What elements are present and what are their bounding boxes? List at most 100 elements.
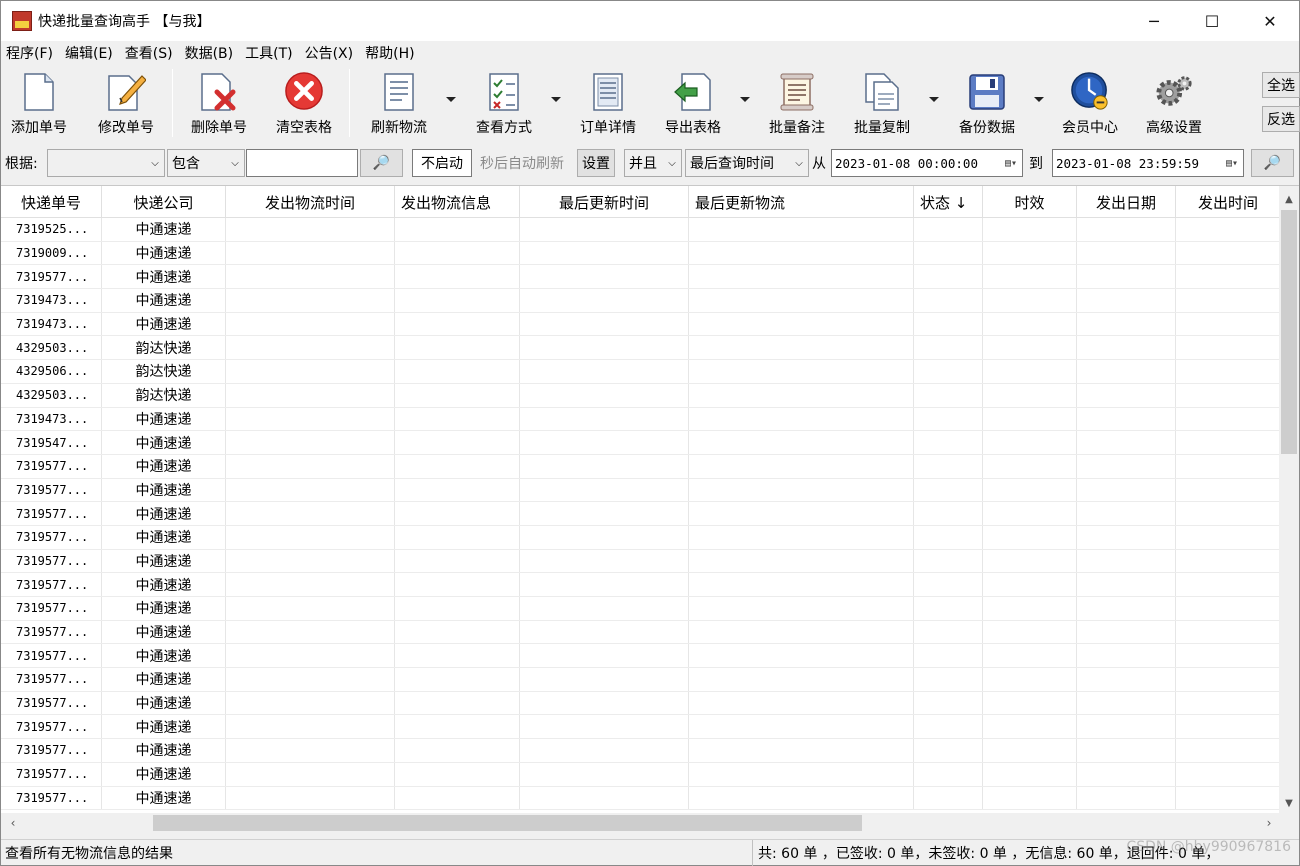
table-row[interactable]: 4329503... 韵达快递 — [1, 336, 1281, 361]
col-courier-company[interactable]: 快递公司 — [102, 186, 226, 218]
date-search-icon[interactable]: 🔎 — [1251, 149, 1294, 177]
table-row[interactable]: 7319577... 中通速递 — [1, 597, 1281, 621]
add-number-button[interactable]: 添加单号 — [7, 71, 71, 137]
clear-table-button[interactable]: 清空表格 — [271, 71, 337, 137]
empty-cell — [983, 407, 1077, 431]
minimize-button[interactable]: ─ — [1125, 1, 1183, 41]
table-row[interactable]: 7319577... 中通速递 — [1, 265, 1281, 290]
empty-cell — [983, 644, 1077, 668]
col-duration[interactable]: 时效 — [983, 186, 1077, 218]
filter-bar: 根据: ⌵ 包含 ⌵ 🔎 不启动 秒后自动刷新 设置 并且 ⌵ 最后查询时间 ⌵… — [1, 145, 1299, 181]
empty-cell — [520, 549, 689, 573]
col-last-update-time[interactable]: 最后更新时间 — [520, 186, 689, 218]
batch-copy-dropdown-icon[interactable] — [929, 97, 939, 102]
toolbar: 添加单号 修改单号 删除单号 清空表格 刷新物流 查看方式 订单详情 导出表格 … — [1, 67, 1300, 143]
basis-select[interactable]: ⌵ — [47, 149, 165, 177]
scroll-left-icon[interactable]: ‹ — [3, 813, 23, 833]
contains-select[interactable]: 包含 ⌵ — [167, 149, 245, 177]
table-row[interactable]: 7319473... 中通速递 — [1, 289, 1281, 313]
table-row[interactable]: 7319473... 中通速递 — [1, 407, 1281, 432]
table-row[interactable]: 7319577... 中通速递 — [1, 478, 1281, 503]
member-center-button[interactable]: 会员中心 — [1057, 71, 1123, 137]
vertical-scroll-thumb[interactable] — [1281, 210, 1297, 454]
scroll-down-icon[interactable]: ▼ — [1279, 794, 1299, 812]
table-row[interactable]: 7319577... 中通速递 — [1, 573, 1281, 597]
table-row[interactable]: 7319577... 中通速递 — [1, 620, 1281, 645]
menu-data[interactable]: 数据(B) — [185, 43, 234, 63]
from-date-picker[interactable]: 2023-01-08 00:00:00 ▤▾ — [831, 149, 1023, 177]
table-row[interactable]: 7319547... 中通速递 — [1, 431, 1281, 455]
menu-tools[interactable]: 工具(T) — [245, 43, 292, 63]
table-row[interactable]: 7319525... 中通速递 — [1, 218, 1281, 242]
empty-cell — [983, 691, 1077, 715]
horizontal-scrollbar[interactable]: ‹ › — [1, 813, 1281, 833]
empty-cell — [226, 525, 395, 549]
table-row[interactable]: 7319577... 中通速递 — [1, 644, 1281, 669]
table-row[interactable]: 7319577... 中通速递 — [1, 691, 1281, 716]
table-row[interactable]: 7319473... 中通速递 — [1, 312, 1281, 337]
empty-cell — [520, 620, 689, 644]
search-input[interactable] — [246, 149, 358, 177]
maximize-button[interactable]: ☐ — [1183, 1, 1241, 41]
invert-selection-button[interactable]: 反选 — [1262, 106, 1300, 132]
export-dropdown-icon[interactable] — [740, 97, 750, 102]
table-row[interactable]: 7319577... 中通速递 — [1, 739, 1281, 763]
backup-data-button[interactable]: 备份数据 — [954, 71, 1020, 137]
empty-cell — [395, 691, 520, 715]
col-dispatch-time[interactable]: 发出物流时间 — [226, 186, 395, 218]
view-mode-dropdown-icon[interactable] — [551, 97, 561, 102]
batch-copy-button[interactable]: 批量复制 — [849, 71, 915, 137]
order-detail-button[interactable]: 订单详情 — [575, 71, 641, 137]
col-tracking-number[interactable]: 快递单号 — [1, 186, 102, 218]
menu-help[interactable]: 帮助(H) — [365, 43, 414, 63]
col-dispatch-date[interactable]: 发出日期 — [1077, 186, 1176, 218]
view-mode-button[interactable]: 查看方式 — [471, 71, 537, 137]
close-button[interactable]: ✕ — [1241, 1, 1299, 41]
col-last-update-logistics[interactable]: 最后更新物流 — [689, 186, 914, 218]
scroll-right-icon[interactable]: › — [1259, 813, 1279, 833]
to-date-picker[interactable]: 2023-01-08 23:59:59 ▤▾ — [1052, 149, 1244, 177]
export-table-button[interactable]: 导出表格 — [660, 71, 726, 137]
backup-dropdown-icon[interactable] — [1034, 97, 1044, 102]
horizontal-scroll-thumb[interactable] — [153, 815, 862, 831]
refresh-dropdown-icon[interactable] — [446, 97, 456, 102]
time-field-select[interactable]: 最后查询时间 ⌵ — [685, 149, 809, 177]
empty-cell — [914, 549, 983, 573]
col-status[interactable]: 状态 ↓ — [914, 186, 983, 218]
delete-number-button[interactable]: 删除单号 — [187, 71, 251, 137]
refresh-logistics-button[interactable]: 刷新物流 — [366, 71, 432, 137]
scroll-up-icon[interactable]: ▲ — [1279, 190, 1299, 208]
table-row[interactable]: 7319577... 中通速递 — [1, 715, 1281, 740]
empty-cell — [395, 265, 520, 289]
settings-button[interactable]: 设置 — [577, 149, 615, 177]
advanced-settings-button[interactable]: 高级设置 — [1141, 71, 1207, 137]
menu-program[interactable]: 程序(F) — [6, 43, 53, 63]
vertical-scrollbar[interactable]: ▲ ▼ — [1279, 186, 1299, 815]
table-row[interactable]: 4329506... 韵达快递 — [1, 360, 1281, 384]
table-row[interactable]: 7319577... 中通速递 — [1, 525, 1281, 550]
calendar-icon[interactable]: ▤▾ — [1221, 158, 1243, 169]
menu-edit[interactable]: 编辑(E) — [65, 43, 113, 63]
edit-number-button[interactable]: 修改单号 — [94, 71, 158, 137]
table-row[interactable]: 7319577... 中通速递 — [1, 502, 1281, 526]
empty-cell — [520, 407, 689, 431]
empty-cell — [1176, 241, 1281, 265]
search-icon[interactable]: 🔎 — [360, 149, 403, 177]
table-row[interactable]: 7319577... 中通速递 — [1, 762, 1281, 787]
table-row[interactable]: 7319577... 中通速递 — [1, 549, 1281, 574]
table-row[interactable]: 4329503... 韵达快递 — [1, 383, 1281, 408]
calendar-icon[interactable]: ▤▾ — [1000, 158, 1022, 169]
table-row[interactable]: 7319577... 中通速递 — [1, 454, 1281, 479]
batch-note-button[interactable]: 批量备注 — [764, 71, 830, 137]
auto-refresh-toggle[interactable]: 不启动 — [412, 149, 472, 177]
col-dispatch-info[interactable]: 发出物流信息 — [395, 186, 520, 218]
menu-view[interactable]: 查看(S) — [125, 43, 173, 63]
table-row[interactable]: 7319577... 中通速递 — [1, 786, 1281, 811]
table-row[interactable]: 7319577... 中通速递 — [1, 668, 1281, 692]
menu-notice[interactable]: 公告(X) — [305, 43, 354, 63]
select-all-button[interactable]: 全选 — [1262, 72, 1300, 98]
col-dispatch-clock[interactable]: 发出时间 — [1176, 186, 1281, 218]
empty-cell — [689, 218, 914, 241]
logic-select[interactable]: 并且 ⌵ — [624, 149, 682, 177]
table-row[interactable]: 7319009... 中通速递 — [1, 241, 1281, 266]
